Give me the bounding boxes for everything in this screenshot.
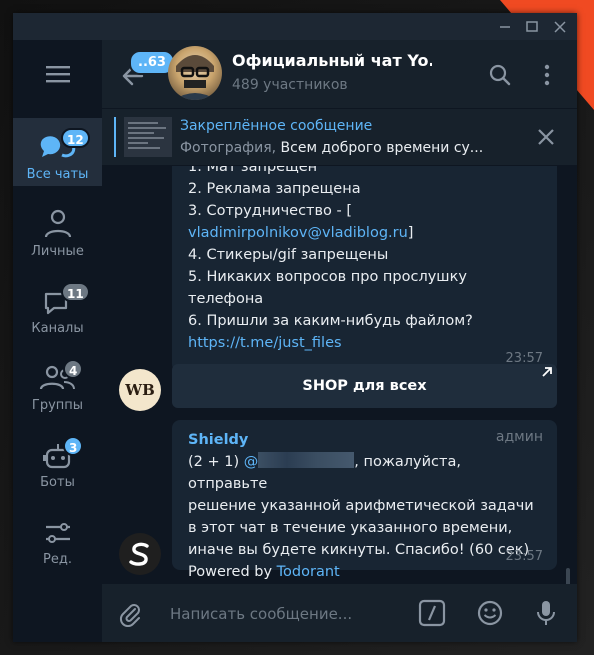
more-vertical-icon[interactable] <box>534 62 560 88</box>
search-icon[interactable] <box>487 62 513 88</box>
message-line: 2. Реклама запрещена <box>188 181 361 197</box>
microphone-icon[interactable] <box>534 598 558 628</box>
folder-channels[interactable]: 11 Каналы <box>13 272 102 340</box>
hamburger-icon[interactable] <box>41 62 75 86</box>
message-line: Powered by Todorant <box>188 561 541 583</box>
slash-command-icon[interactable] <box>418 599 446 627</box>
telegram-window: 12 Все чаты Личные 11 Каналы 4 Группы 3 … <box>13 13 577 642</box>
person-icon <box>38 207 78 243</box>
close-pinned-icon[interactable] <box>537 128 555 146</box>
pinned-preview: Фотография, Всем доброго времени су... <box>180 140 510 156</box>
pinned-photo-thumbnail <box>124 117 172 157</box>
powered-link[interactable]: Todorant <box>277 564 340 580</box>
pinned-text: Всем доброго времени су... <box>276 140 484 156</box>
minimize-icon[interactable] <box>492 13 518 40</box>
redacted-username <box>258 452 355 468</box>
message-composer <box>102 584 577 642</box>
unread-badge: 4 <box>63 359 84 379</box>
message-line: 6. Пришли за каким-нибудь файлом? <box>188 313 473 329</box>
captcha-prefix: (2 + 1) <box>188 454 244 470</box>
folder-all-chats[interactable]: 12 Все чаты <box>13 118 102 186</box>
message-line: 3. Сотрудничество - [ <box>188 203 353 219</box>
close-icon[interactable] <box>547 13 573 40</box>
email-suffix: ] <box>407 225 414 241</box>
chat-title[interactable]: Официальный чат Yo... <box>232 51 432 70</box>
message-line: 4. Стикеры/gif запрещены <box>188 247 389 263</box>
message-bubble: 1. Мат запрещен 2. Реклама запрещена 3. … <box>172 166 557 372</box>
unread-badge: 11 <box>61 282 90 302</box>
folder-label: Группы <box>31 398 84 413</box>
chat-avatar[interactable] <box>168 46 222 100</box>
folders-sidebar: 12 Все чаты Личные 11 Каналы 4 Группы 3 … <box>13 40 102 642</box>
unread-badge: 12 <box>61 128 90 148</box>
folder-label: Все чаты <box>26 167 89 182</box>
powered-text: Powered by <box>188 564 277 580</box>
inline-button-label: SHOP для всех <box>302 378 427 394</box>
message-list[interactable]: 1. Мат запрещен 2. Реклама запрещена 3. … <box>102 166 577 584</box>
members-count: 489 участников <box>232 77 348 93</box>
paperclip-icon[interactable] <box>118 601 142 628</box>
message-line: решение указанной арифметической задачи <box>188 498 534 514</box>
message-line: 5. Никаких вопросов про прослушку <box>188 269 467 285</box>
message-line: телефона <box>188 291 264 307</box>
sender-avatar[interactable]: WB <box>119 369 161 411</box>
message-line: иначе вы будете кикнуты. Спасибо! (60 се… <box>188 542 530 558</box>
folder-label: Боты <box>40 475 75 490</box>
unread-badge: 3 <box>63 436 84 456</box>
folder-label: Ред. <box>43 552 72 567</box>
message-line: 1. Мат запрещен <box>188 166 318 175</box>
pinned-message-bar[interactable]: Закреплённое сообщение Фотография, Всем … <box>102 109 577 165</box>
title-bar <box>13 13 577 40</box>
message-time: 23:57 <box>505 549 543 564</box>
folder-label: Каналы <box>31 321 84 336</box>
email-line: vladimirpolnikov@vladiblog.ru] <box>188 222 541 244</box>
folder-label: Личные <box>31 244 84 259</box>
sliders-icon <box>38 515 78 551</box>
bot-message-bubble: Shieldy админ (2 + 1) @, пожалуйста, отп… <box>172 420 557 580</box>
external-link-arrow-icon <box>541 366 553 378</box>
pinned-title: Закреплённое сообщение <box>180 118 373 134</box>
smile-icon[interactable] <box>476 599 504 627</box>
message-link[interactable]: https://t.me/just_files <box>188 332 541 354</box>
pinned-type: Фотография, <box>180 140 277 156</box>
chat-header: ..63 Официальный чат Yo... 489 участнико… <box>102 40 577 108</box>
folder-personal[interactable]: Личные <box>13 195 102 263</box>
user-mention[interactable]: @ <box>243 452 355 470</box>
folder-bots[interactable]: 3 Боты <box>13 426 102 494</box>
sender-name[interactable]: Shieldy <box>188 429 541 451</box>
message-line: в этот чат в течение указанного времени, <box>188 520 513 536</box>
inline-url-button[interactable]: SHOP для всех <box>172 364 557 408</box>
maximize-icon[interactable] <box>519 13 545 40</box>
chat-panel: ..63 Официальный чат Yo... 489 участнико… <box>102 40 577 642</box>
pinned-indicator <box>114 117 116 157</box>
message-input[interactable] <box>168 601 402 627</box>
message-scrollbar[interactable] <box>566 176 570 588</box>
email-link[interactable]: vladimirpolnikov@vladiblog.ru <box>188 225 408 241</box>
message-line: (2 + 1) @, пожалуйста, отправьте <box>188 451 541 495</box>
folder-groups[interactable]: 4 Группы <box>13 349 102 417</box>
bot-avatar[interactable] <box>119 533 161 575</box>
admin-label: админ <box>495 429 543 445</box>
mention-at: @ <box>243 454 259 470</box>
folder-edit[interactable]: Ред. <box>13 503 102 571</box>
